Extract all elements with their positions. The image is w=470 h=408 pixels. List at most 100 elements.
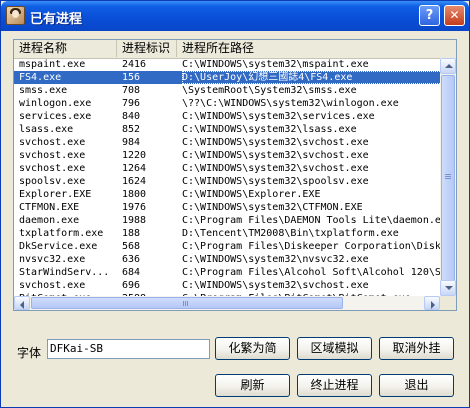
process-name: winlogon.exe (19, 98, 92, 109)
process-row[interactable]: winlogon.exe 796 \??\C:\WINDOWS\system32\w… (14, 97, 440, 110)
process-row[interactable]: lsass.exe 852 C:\WINDOWS\system32\lsass.ex… (14, 123, 440, 136)
process-row[interactable]: txplatform.exe 188 D:\Tencent\TM2008\Bin\t… (14, 227, 440, 240)
process-id: 2416 (122, 59, 147, 70)
process-name: svchost.exe (19, 163, 86, 174)
column-header-path[interactable]: 进程所在路径 (177, 40, 456, 57)
refresh-button[interactable]: 刷新 (215, 374, 290, 397)
process-row[interactable]: FS4.exe 156 D:\UserJoy\幻想三國誌4\FS4.exe (14, 71, 440, 84)
process-id: 984 (122, 137, 141, 148)
process-path: C:\WINDOWS\system32\services.exe (182, 111, 375, 122)
process-row[interactable]: svchost.exe 696 C:\WINDOWS\system32\svchos… (14, 279, 440, 292)
process-row[interactable]: svchost.exe 1220 C:\WINDOWS\system32\svcho… (14, 149, 440, 162)
region-simulate-button[interactable]: 区域模拟 (297, 337, 372, 360)
scroll-left-button[interactable] (14, 296, 30, 310)
process-path: C:\WINDOWS\system32\svchost.exe (182, 137, 369, 148)
font-label: 字体 (17, 346, 42, 360)
cancel-plugin-button[interactable]: 取消外挂 (379, 337, 454, 360)
process-name: spoolsv.exe (19, 176, 86, 187)
process-path: D:\UserJoy\幻想三國誌4\FS4.exe (182, 71, 440, 84)
help-icon: ? (425, 8, 434, 23)
process-name: svchost.exe (19, 137, 86, 148)
font-field[interactable]: DFKai-SB (47, 339, 210, 359)
process-row[interactable]: spoolsv.exe 1624 C:\WINDOWS\system32\spool… (14, 175, 440, 188)
process-name: DkService.exe (19, 241, 98, 252)
process-id: 696 (122, 280, 141, 291)
window-title: 已有进程 (30, 12, 83, 27)
process-id: 1624 (122, 176, 147, 187)
process-path: D:\Tencent\TM2008\Bin\txplatform.exe (182, 228, 399, 239)
vertical-scrollbar[interactable] (440, 58, 456, 296)
process-id: 1220 (122, 150, 147, 161)
vertical-scroll-thumb[interactable] (441, 75, 455, 281)
process-row[interactable]: services.exe 840 C:\WINDOWS\system32\servi… (14, 110, 440, 123)
help-button[interactable]: ? (419, 5, 440, 26)
process-name: mspaint.exe (19, 59, 86, 70)
column-header-name[interactable]: 进程名称 (14, 40, 117, 57)
convert-traditional-button[interactable]: 化繁为简 (215, 337, 290, 360)
close-icon: ✕ (449, 8, 460, 22)
process-path: \??\C:\WINDOWS\system32\winlogon.exe (182, 98, 399, 109)
process-path: C:\WINDOWS\system32\CTFMON.EXE (182, 202, 363, 213)
process-row[interactable]: Explorer.EXE 1800 C:\WINDOWS\Explorer.EXE (14, 188, 440, 201)
process-id: 708 (122, 85, 141, 96)
app-icon (6, 6, 25, 25)
process-list[interactable]: 进程名称 进程标识 进程所在路径 mspaint.exe 2416 C:\WINDO… (13, 39, 457, 311)
list-header: 进程名称 进程标识 进程所在路径 (14, 40, 456, 59)
scroll-down-button[interactable] (440, 280, 456, 296)
process-path: C:\WINDOWS\system32\svchost.exe (182, 163, 369, 174)
process-name: services.exe (19, 111, 92, 122)
arrow-left-icon (20, 301, 24, 309)
process-row[interactable]: DkService.exe 568 C:\Program Files\Diskeep… (14, 240, 440, 253)
scroll-up-button[interactable] (440, 58, 456, 74)
process-id: 568 (122, 241, 141, 252)
process-name: CTFMON.EXE (19, 202, 80, 213)
process-id: 1800 (122, 189, 147, 200)
process-row[interactable]: svchost.exe 1264 C:\WINDOWS\system32\svcho… (14, 162, 440, 175)
process-row[interactable]: CTFMON.EXE 1976 C:\WINDOWS\system32\CTFMON… (14, 201, 440, 214)
column-header-pid[interactable]: 进程标识 (117, 40, 177, 57)
arrow-right-icon (431, 301, 435, 309)
close-button[interactable]: ✕ (444, 5, 465, 26)
process-id: 636 (122, 254, 141, 265)
scroll-right-button[interactable] (424, 296, 440, 310)
process-name: smss.exe (19, 85, 68, 96)
process-path: C:\Program Files\DAEMON Tools Lite\daemo… (182, 215, 440, 226)
process-name: FS4.exe (19, 72, 62, 83)
process-name: nvsvc32.exe (19, 254, 86, 265)
process-id: 1976 (122, 202, 147, 213)
process-path: C:\WINDOWS\system32\nvsvc32.exe (182, 254, 369, 265)
process-path: C:\Program Files\Alcohol Soft\Alcohol 12… (182, 267, 440, 278)
process-id: 796 (122, 98, 141, 109)
process-row[interactable]: StarWindServ... 684 C:\Program Files\Alcoh… (14, 266, 440, 279)
process-row[interactable]: nvsvc32.exe 636 C:\WINDOWS\system32\nvsvc3… (14, 253, 440, 266)
horizontal-scrollbar[interactable] (14, 296, 440, 310)
process-path: C:\WINDOWS\system32\mspaint.exe (182, 59, 369, 70)
arrow-down-icon (445, 286, 453, 290)
process-id: 852 (122, 124, 141, 135)
process-path: C:\Program Files\Diskeeper Corporation\D… (182, 241, 440, 252)
process-id: 840 (122, 111, 141, 122)
title-bar[interactable]: 已有进程 ? ✕ (1, 1, 469, 31)
horizontal-scroll-thumb[interactable] (31, 297, 343, 309)
process-path: C:\WINDOWS\system32\svchost.exe (182, 280, 369, 291)
process-path: C:\WINDOWS\system32\spoolsv.exe (182, 176, 369, 187)
process-id: 1988 (122, 215, 147, 226)
process-path: \SystemRoot\System32\smss.exe (182, 85, 357, 96)
process-path: C:\WINDOWS\system32\svchost.exe (182, 150, 369, 161)
process-name: StarWindServ... (19, 267, 110, 278)
process-row[interactable]: daemon.exe 1988 C:\Program Files\DAEMON To… (14, 214, 440, 227)
process-row[interactable]: smss.exe 708 \SystemRoot\System32\smss.exe (14, 84, 440, 97)
terminate-process-button[interactable]: 终止进程 (297, 374, 372, 397)
scroll-corner (440, 296, 456, 310)
process-id: 1264 (122, 163, 147, 174)
process-id: 684 (122, 267, 141, 278)
process-name: lsass.exe (19, 124, 74, 135)
exit-button[interactable]: 退出 (379, 374, 454, 397)
process-path: C:\WINDOWS\system32\lsass.exe (182, 124, 357, 135)
list-rows: mspaint.exe 2416 C:\WINDOWS\system32\mspai… (14, 58, 440, 296)
process-name: txplatform.exe (19, 228, 104, 239)
process-row[interactable]: svchost.exe 984 C:\WINDOWS\system32\svchos… (14, 136, 440, 149)
process-dialog: 已有进程 ? ✕ 进程名称 进程标识 进程所在路径 mspaint.exe 241… (0, 0, 470, 408)
process-path: C:\WINDOWS\Explorer.EXE (182, 189, 321, 200)
process-row[interactable]: mspaint.exe 2416 C:\WINDOWS\system32\mspai… (14, 58, 440, 71)
